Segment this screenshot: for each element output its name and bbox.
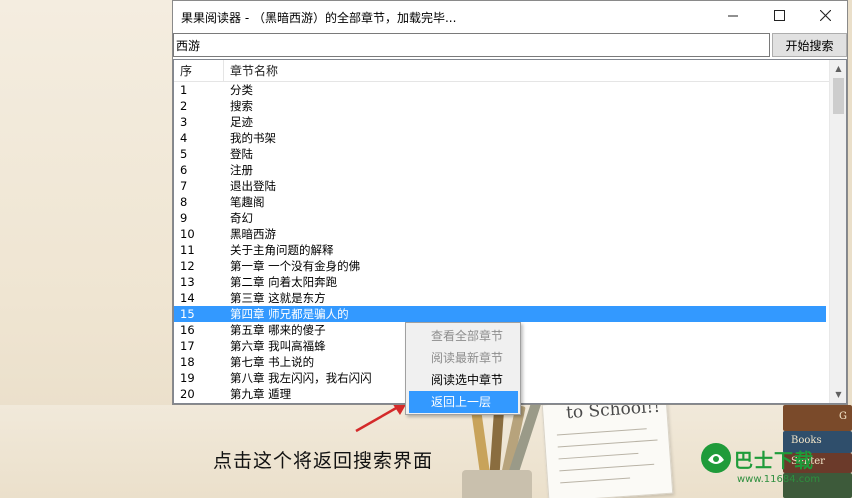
row-index: 18: [180, 355, 195, 369]
title-bar[interactable]: 果果阅读器 - （黑暗西游）的全部章节，加载完毕...: [173, 1, 847, 33]
row-chapter-name: 搜索: [230, 99, 253, 113]
search-bar: 开始搜索: [173, 33, 847, 57]
column-header-index[interactable]: 序: [174, 60, 224, 82]
row-index: 11: [180, 243, 195, 257]
list-row[interactable]: 13 第二章 向着太阳奔跑: [174, 274, 826, 290]
row-index: 13: [180, 275, 195, 289]
book-label: Books: [791, 435, 822, 446]
pencil-cup-decoration: [462, 470, 532, 498]
list-row[interactable]: 11 关于主角问题的解释: [174, 242, 826, 258]
row-index: 1: [180, 83, 188, 97]
row-index: 8: [180, 195, 188, 209]
list-row[interactable]: 3 足迹: [174, 114, 826, 130]
row-index: 9: [180, 211, 188, 225]
row-chapter-name: 第四章 师兄都是骗人的: [230, 307, 349, 321]
scrollbar-thumb[interactable]: [833, 78, 844, 114]
vertical-scrollbar[interactable]: ▲ ▼: [829, 60, 846, 403]
list-row[interactable]: 5 登陆: [174, 146, 826, 162]
row-chapter-name: 第六章 我叫高福蜂: [230, 339, 326, 353]
search-input[interactable]: [173, 33, 770, 57]
close-button[interactable]: [802, 1, 848, 29]
list-row[interactable]: 7 退出登陆: [174, 178, 826, 194]
watermark-name: 巴士下载: [734, 450, 815, 472]
row-index: 5: [180, 147, 188, 161]
maximize-button[interactable]: [756, 1, 802, 29]
row-chapter-name: 登陆: [230, 147, 253, 161]
column-header-chapter-name[interactable]: 章节名称: [224, 60, 829, 82]
window-title: 果果阅读器 - （黑暗西游）的全部章节，加载完毕...: [181, 11, 457, 25]
list-row[interactable]: 2 搜索: [174, 98, 826, 114]
list-header: 序 章节名称: [174, 60, 829, 82]
row-chapter-name: 注册: [230, 163, 253, 177]
context-menu: 查看全部章节 阅读最新章节 阅读选中章节 返回上一层: [405, 322, 521, 415]
row-chapter-name: 第二章 向着太阳奔跑: [230, 275, 338, 289]
annotation-caption: 点击这个将返回搜索界面: [213, 450, 434, 472]
row-index: 12: [180, 259, 195, 273]
row-chapter-name: 第九章 遁理: [230, 387, 292, 401]
row-index: 17: [180, 339, 195, 353]
scroll-down-icon[interactable]: ▼: [830, 386, 846, 403]
list-row[interactable]: 4 我的书架: [174, 130, 826, 146]
context-menu-item[interactable]: 阅读选中章节: [409, 369, 518, 391]
row-index: 6: [180, 163, 188, 177]
context-menu-item[interactable]: 阅读最新章节: [409, 347, 518, 369]
context-menu-item[interactable]: 返回上一层: [409, 391, 518, 413]
row-chapter-name: 分类: [230, 83, 253, 97]
row-index: 16: [180, 323, 195, 337]
minimize-button[interactable]: [710, 1, 756, 29]
row-chapter-name: 第一章 一个没有金身的佛: [230, 259, 361, 273]
list-row[interactable]: 15 第四章 师兄都是骗人的: [174, 306, 826, 322]
scroll-up-icon[interactable]: ▲: [830, 60, 846, 77]
row-chapter-name: 第三章 这就是东方: [230, 291, 326, 305]
row-index: 14: [180, 291, 195, 305]
row-chapter-name: 关于主角问题的解释: [230, 243, 334, 257]
row-chapter-name: 我的书架: [230, 131, 276, 145]
list-row[interactable]: 6 注册: [174, 162, 826, 178]
row-index: 2: [180, 99, 188, 113]
watermark-url: www.11684.com: [737, 474, 821, 485]
start-search-button[interactable]: 开始搜索: [772, 33, 847, 57]
row-chapter-name: 黑暗西游: [230, 227, 276, 241]
row-chapter-name: 退出登陆: [230, 179, 276, 193]
row-chapter-name: 奇幻: [230, 211, 253, 225]
minimize-icon: [727, 15, 738, 16]
row-index: 20: [180, 387, 195, 401]
row-chapter-name: 足迹: [230, 115, 253, 129]
maximize-icon: [773, 9, 785, 21]
row-index: 4: [180, 131, 188, 145]
book-label: G: [839, 411, 847, 422]
watermark-logo-icon: [701, 443, 731, 473]
context-menu-item[interactable]: 查看全部章节: [409, 325, 518, 347]
row-chapter-name: 第五章 哪来的傻子: [230, 323, 326, 337]
row-index: 19: [180, 371, 195, 385]
list-row[interactable]: 10 黑暗西游: [174, 226, 826, 242]
row-index: 3: [180, 115, 188, 129]
list-row[interactable]: 14 第三章 这就是东方: [174, 290, 826, 306]
list-row[interactable]: 12 第一章 一个没有金身的佛: [174, 258, 826, 274]
close-icon: [819, 9, 831, 21]
row-index: 7: [180, 179, 188, 193]
list-row[interactable]: 9 奇幻: [174, 210, 826, 226]
row-index: 15: [180, 307, 195, 321]
row-index: 10: [180, 227, 195, 241]
list-row[interactable]: 8 笔趣阁: [174, 194, 826, 210]
row-chapter-name: 笔趣阁: [230, 195, 265, 209]
row-chapter-name: 第八章 我左闪闪，我右闪闪: [230, 371, 372, 385]
row-chapter-name: 第七章 书上说的: [230, 355, 315, 369]
list-row[interactable]: 1 分类: [174, 82, 826, 98]
